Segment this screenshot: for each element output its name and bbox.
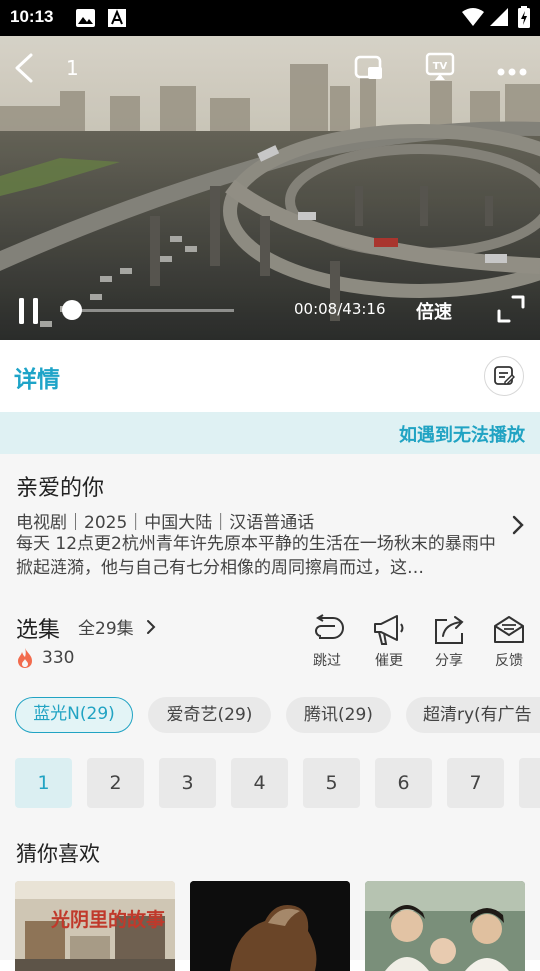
gallery-notification-icon — [76, 9, 95, 31]
show-info[interactable]: 亲爱的你 电视剧｜2025｜中国大陆｜汉语普通话 每天 12点更2杭州青年许先原… — [0, 454, 540, 592]
chevron-right-icon[interactable] — [146, 619, 156, 639]
pip-icon[interactable] — [354, 54, 384, 86]
source-chip[interactable]: 腾讯(29) — [286, 697, 391, 733]
recommend-title: 猜你喜欢 — [16, 838, 100, 868]
recommend-poster — [365, 881, 525, 971]
heat-count: 330 — [42, 648, 74, 668]
chevron-right-icon[interactable] — [511, 514, 525, 540]
status-time: 10:13 — [10, 7, 53, 27]
progress-track[interactable] — [70, 309, 234, 312]
video-frame — [0, 36, 540, 340]
source-chip[interactable]: 爱奇艺(29) — [148, 697, 271, 733]
skip-label: 跳过 — [301, 650, 353, 670]
megaphone-icon — [363, 614, 415, 646]
fire-icon — [16, 647, 34, 673]
skip-button[interactable]: 跳过 — [301, 614, 353, 650]
episode-cell[interactable]: 4 — [231, 758, 288, 808]
cell-signal-icon — [490, 8, 508, 30]
episodes-section: 选集 全29集 330 跳过 催更 分享 反馈 蓝光N(29) 爱奇艺(29) … — [0, 592, 540, 960]
details-header: 详情 — [0, 340, 540, 412]
pause-icon[interactable] — [17, 296, 41, 330]
episode-number: 1 — [66, 56, 79, 80]
share-label: 分享 — [423, 650, 475, 670]
episodes-count[interactable]: 全29集 — [78, 614, 134, 639]
video-player[interactable]: 1 TV 00:08/43:16 倍速 — [0, 36, 540, 340]
share-button[interactable]: 分享 — [423, 614, 475, 650]
source-chip[interactable]: 超清ry(有广告 — [406, 697, 540, 733]
speed-button[interactable]: 倍速 — [416, 298, 452, 324]
time-readout: 00:08/43:16 — [294, 300, 386, 318]
urge-update-label: 催更 — [363, 650, 415, 670]
notes-icon — [493, 365, 515, 387]
more-options-icon[interactable] — [496, 62, 528, 81]
fullscreen-icon[interactable] — [496, 294, 526, 328]
recommend-card[interactable] — [365, 881, 525, 971]
wifi-icon — [462, 8, 484, 30]
episode-cell[interactable]: 5 — [303, 758, 360, 808]
notice-text: 如遇到无法播放 — [399, 421, 525, 447]
episode-cell[interactable]: 7 — [447, 758, 504, 808]
feedback-button[interactable]: 反馈 — [483, 614, 535, 650]
show-title: 亲爱的你 — [16, 470, 104, 502]
skip-icon — [301, 614, 353, 646]
notes-button[interactable] — [484, 356, 524, 396]
feedback-label: 反馈 — [483, 650, 535, 670]
status-bar: 10:13 — [0, 0, 540, 36]
recommend-poster — [190, 881, 350, 971]
episode-cell[interactable]: 2 — [87, 758, 144, 808]
urge-update-button[interactable]: 催更 — [363, 614, 415, 650]
font-notification-icon — [108, 9, 126, 31]
show-meta: 电视剧｜2025｜中国大陆｜汉语普通话 — [16, 508, 314, 533]
svg-text:TV: TV — [433, 61, 448, 72]
back-icon[interactable] — [12, 52, 36, 88]
share-icon — [423, 614, 475, 646]
episode-cell[interactable]: 6 — [375, 758, 432, 808]
battery-icon — [518, 6, 530, 32]
recommend-card-title: 光阴里的故事 — [51, 905, 165, 932]
episode-cell[interactable]: 3 — [159, 758, 216, 808]
tv-cast-icon[interactable]: TV — [425, 52, 457, 86]
episode-cell[interactable] — [519, 758, 540, 808]
source-chip[interactable]: 蓝光N(29) — [15, 697, 133, 733]
details-title[interactable]: 详情 — [14, 360, 60, 394]
notice-banner: 如遇到无法播放 — [0, 412, 540, 454]
recommend-card[interactable]: 光阴里的故事 — [15, 881, 175, 971]
recommend-card[interactable] — [190, 881, 350, 971]
show-description: 每天 12点更2杭州青年许先原本平静的生活在一场秋末的暴雨中掀起涟漪，他与自己有… — [16, 532, 506, 580]
feedback-icon — [483, 614, 535, 646]
episode-cell[interactable]: 1 — [15, 758, 72, 808]
episodes-title: 选集 — [16, 612, 60, 644]
